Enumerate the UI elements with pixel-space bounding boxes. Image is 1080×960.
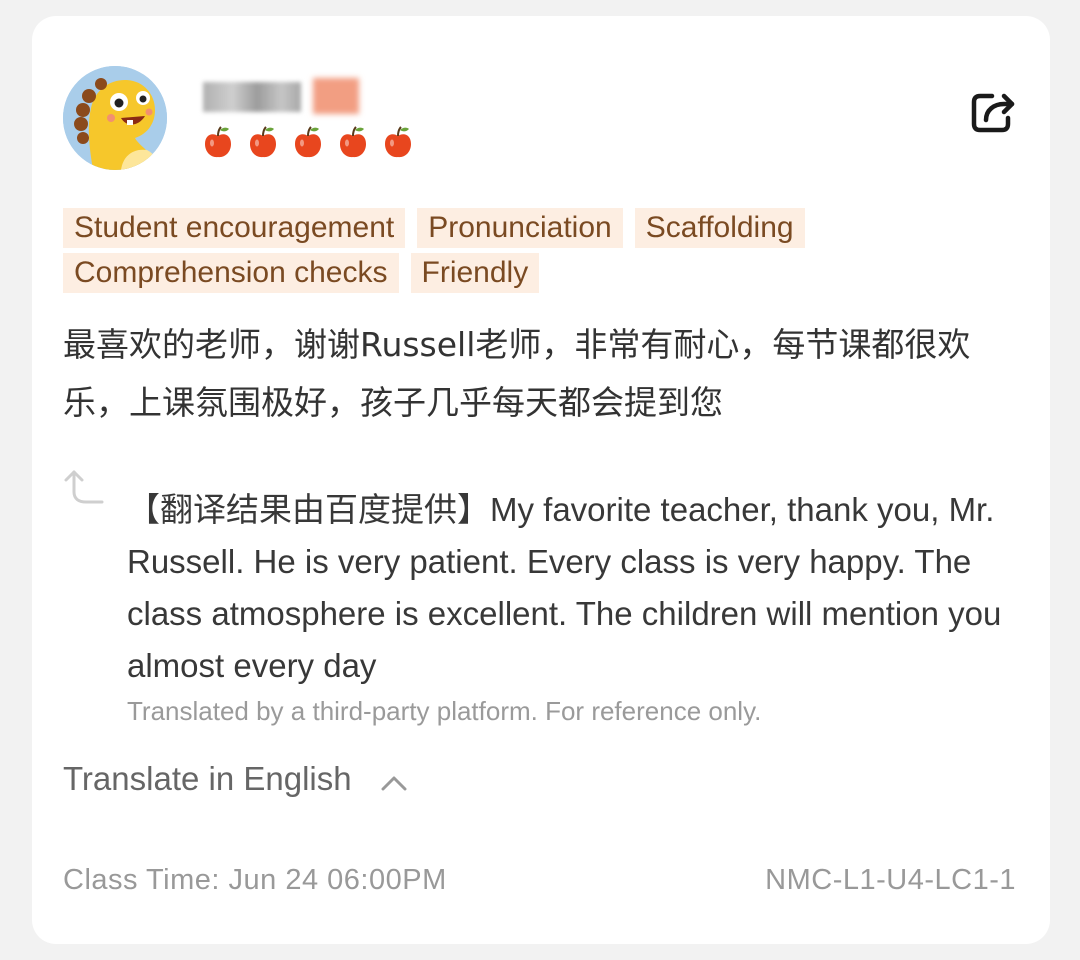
tag: Friendly bbox=[410, 253, 540, 293]
apple-icon bbox=[205, 126, 231, 158]
translation-text: 【翻译结果由百度提供】My favorite teacher, thank yo… bbox=[127, 491, 1002, 684]
review-card: Student encouragement Pronunciation Scaf… bbox=[32, 16, 1050, 944]
translate-toggle-button[interactable]: Translate in English bbox=[63, 760, 408, 798]
apple-icon bbox=[250, 126, 276, 158]
username-redacted bbox=[203, 82, 301, 112]
user-badge-redacted bbox=[313, 78, 359, 114]
apple-rating bbox=[203, 124, 413, 160]
apple-icon bbox=[385, 126, 411, 158]
chevron-up-icon bbox=[381, 776, 407, 791]
tag: Comprehension checks bbox=[63, 253, 399, 293]
share-icon bbox=[971, 93, 1015, 133]
class-time: Class Time: Jun 24 06:00PM bbox=[63, 864, 447, 896]
review-tags: Student encouragement Pronunciation Scaf… bbox=[63, 208, 963, 293]
tag: Scaffolding bbox=[634, 208, 805, 248]
translate-toggle-label: Translate in English bbox=[63, 760, 352, 797]
translate-arrow-icon bbox=[64, 470, 104, 504]
translation-disclaimer: Translated by a third-party platform. Fo… bbox=[127, 696, 762, 726]
tag: Student encouragement bbox=[63, 208, 406, 248]
apple-icon bbox=[340, 126, 366, 158]
apple-icon bbox=[295, 126, 321, 158]
tag: Pronunciation bbox=[417, 208, 623, 248]
avatar[interactable] bbox=[63, 66, 167, 170]
share-button[interactable] bbox=[968, 88, 1018, 134]
review-text: 最喜欢的老师，谢谢Russell老师，非常有耐心，每节课都很欢乐，上课氛围极好，… bbox=[63, 325, 971, 422]
class-code: NMC-L1-U4-LC1-1 bbox=[765, 864, 1016, 896]
dinosaur-mascot-icon bbox=[63, 66, 167, 170]
